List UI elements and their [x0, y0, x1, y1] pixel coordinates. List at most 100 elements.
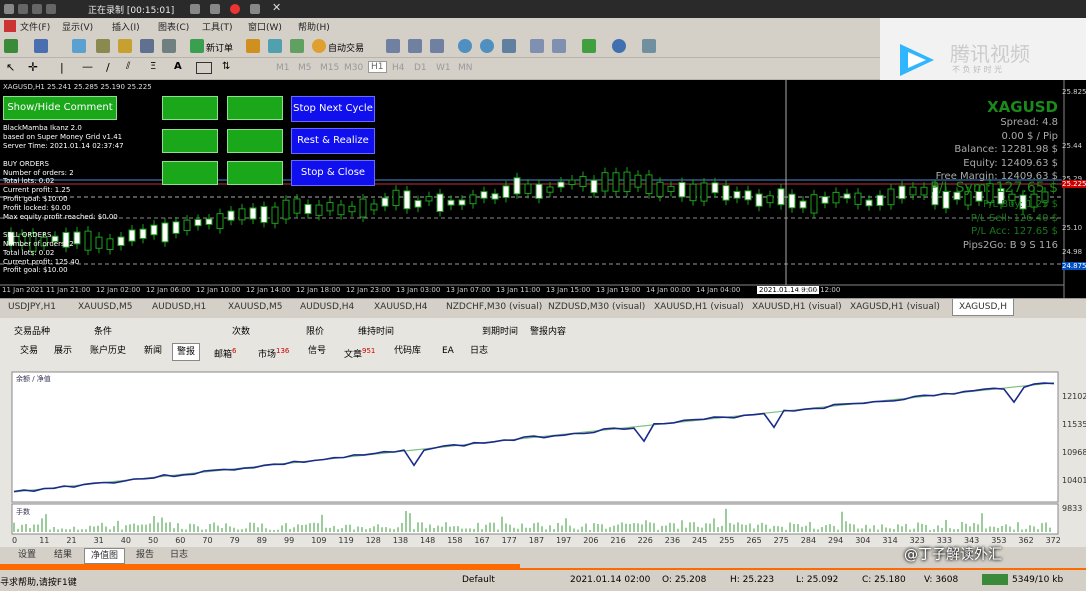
indicators-icon[interactable] [582, 39, 596, 53]
signals-icon[interactable] [268, 39, 282, 53]
periods-icon[interactable] [612, 39, 626, 53]
zoom-out-icon[interactable] [480, 39, 494, 53]
stop-next-cycle-button[interactable]: Stop Next Cycle [291, 96, 375, 122]
record-icon[interactable] [230, 4, 240, 14]
panel-green-button-4[interactable] [227, 129, 283, 153]
panel-green-button-1[interactable] [162, 96, 218, 120]
symbol-tab[interactable]: NZDUSD,M30 (visual) [548, 302, 645, 312]
zoom-in-icon[interactable] [458, 39, 472, 53]
tab-journal[interactable]: 日志 [164, 548, 194, 562]
timeframe-m30[interactable]: M30 [344, 63, 363, 73]
terminal-tab[interactable]: 交易 [16, 343, 42, 359]
terminal-tab[interactable]: 文章951 [340, 343, 379, 360]
market-icon[interactable] [290, 39, 304, 53]
stop-close-button[interactable]: Stop & Close [291, 160, 375, 186]
timeframe-h4[interactable]: H4 [392, 63, 405, 73]
show-hide-comment-button[interactable]: Show/Hide Comment [3, 96, 117, 120]
label-icon[interactable] [196, 62, 212, 74]
col-expiration[interactable]: 到期时间 [482, 324, 518, 337]
symbol-tab[interactable]: XAUUSD,H4 [374, 302, 428, 312]
recorder-menu-icon[interactable] [4, 4, 14, 14]
terminal-tab[interactable]: 警报 [172, 343, 201, 361]
new-chart-icon[interactable] [4, 39, 18, 53]
timeframe-m5[interactable]: M5 [298, 63, 312, 73]
recorder-settings-icon[interactable] [18, 4, 28, 14]
symbol-tab[interactable]: XAUUSD,M5 [228, 302, 283, 312]
timeframe-h1[interactable]: H1 [368, 61, 387, 73]
tab-graph[interactable]: 净值图 [84, 548, 126, 564]
menu-tools[interactable]: 工具(T) [202, 20, 233, 33]
text-icon[interactable]: A [174, 61, 182, 72]
symbol-tab[interactable]: XAUUSD,H1 (visual) [654, 302, 744, 312]
terminal-tab[interactable]: 信号 [304, 343, 330, 359]
terminal-tab[interactable]: 代码库 [390, 343, 425, 359]
auto-trade-icon[interactable] [312, 39, 326, 53]
terminal-tab[interactable]: 邮箱6 [210, 343, 240, 360]
profiles-icon[interactable] [34, 39, 48, 53]
timeframe-d1[interactable]: D1 [414, 63, 427, 73]
fibonacci-icon[interactable]: Ξ [150, 61, 156, 72]
market-watch-icon[interactable] [72, 39, 86, 53]
recorder-down-icon[interactable] [46, 4, 56, 14]
panel-green-button-3[interactable] [162, 129, 218, 153]
channel-icon[interactable]: ⫽ [126, 61, 130, 72]
timeframe-mn[interactable]: MN [458, 63, 473, 73]
rest-realize-button[interactable]: Rest & Realize [291, 128, 375, 154]
col-condition[interactable]: 条件 [94, 324, 112, 337]
menu-insert[interactable]: 插入(I) [112, 20, 140, 33]
symbol-tab[interactable]: XAGUSD,H [952, 299, 1014, 316]
new-order-icon[interactable] [190, 39, 204, 53]
terminal-icon[interactable] [140, 39, 154, 53]
navigator-icon[interactable] [118, 39, 132, 53]
close-icon[interactable]: ✕ [272, 1, 281, 14]
col-limit[interactable]: 限价 [306, 324, 324, 337]
tester-icon[interactable] [162, 39, 176, 53]
vertical-line-icon[interactable]: | [60, 61, 64, 74]
menu-window[interactable]: 窗口(W) [248, 20, 282, 33]
arrows-icon[interactable]: ⇅ [222, 61, 230, 72]
col-timeout[interactable]: 维持时间 [358, 324, 394, 337]
chart-shift-icon[interactable] [530, 39, 544, 53]
col-event[interactable]: 警报内容 [530, 324, 566, 337]
menu-help[interactable]: 帮助(H) [298, 20, 330, 33]
tab-settings[interactable]: 设置 [12, 548, 42, 562]
timeframe-w1[interactable]: W1 [436, 63, 451, 73]
candlestick-icon[interactable] [408, 39, 422, 53]
recorder-up-icon[interactable] [32, 4, 42, 14]
symbol-tab[interactable]: USDJPY,H1 [8, 302, 56, 312]
metaeditor-icon[interactable] [246, 39, 260, 53]
terminal-tab[interactable]: 市场136 [254, 343, 293, 360]
horizontal-line-icon[interactable]: — [82, 60, 93, 73]
pause-icon[interactable] [190, 4, 200, 14]
terminal-tab[interactable]: 新闻 [140, 343, 166, 359]
symbol-tab[interactable]: NZDCHF,M30 (visual) [446, 302, 542, 312]
tab-results[interactable]: 结果 [48, 548, 78, 562]
auto-trade-button[interactable]: 自动交易 [328, 41, 364, 54]
symbol-tab[interactable]: AUDUSD,H1 [152, 302, 206, 312]
camera-icon[interactable] [250, 4, 260, 14]
symbol-tab[interactable]: AUDUSD,H4 [300, 302, 354, 312]
stop-icon[interactable] [210, 4, 220, 14]
price-chart[interactable]: XAGUSD,H1 25.241 25.285 25.190 25.225 Sh… [0, 80, 1086, 298]
col-counter[interactable]: 次数 [232, 324, 250, 337]
terminal-tab[interactable]: EA [438, 343, 458, 359]
tile-windows-icon[interactable] [502, 39, 516, 53]
crosshair-icon[interactable]: ✛ [28, 60, 38, 74]
bar-chart-icon[interactable] [386, 39, 400, 53]
symbol-tab[interactable]: XAUUSD,H1 (visual) [752, 302, 842, 312]
timeframe-m15[interactable]: M15 [320, 63, 339, 73]
terminal-tab[interactable]: 展示 [50, 343, 76, 359]
trendline-icon[interactable]: / [106, 61, 110, 74]
line-chart-icon[interactable] [430, 39, 444, 53]
symbol-tab[interactable]: XAGUSD,H1 (visual) [850, 302, 940, 312]
col-symbol[interactable]: 交易品种 [14, 324, 50, 337]
new-order-button[interactable]: 新订单 [206, 41, 233, 54]
cursor-icon[interactable]: ↖ [6, 61, 15, 74]
symbol-tab[interactable]: XAUUSD,M5 [78, 302, 133, 312]
tab-report[interactable]: 报告 [130, 548, 160, 562]
autoscroll-icon[interactable] [552, 39, 566, 53]
panel-green-button-2[interactable] [227, 96, 283, 120]
panel-green-button-6[interactable] [227, 161, 283, 185]
timeframe-m1[interactable]: M1 [276, 63, 290, 73]
templates-icon[interactable] [642, 39, 656, 53]
